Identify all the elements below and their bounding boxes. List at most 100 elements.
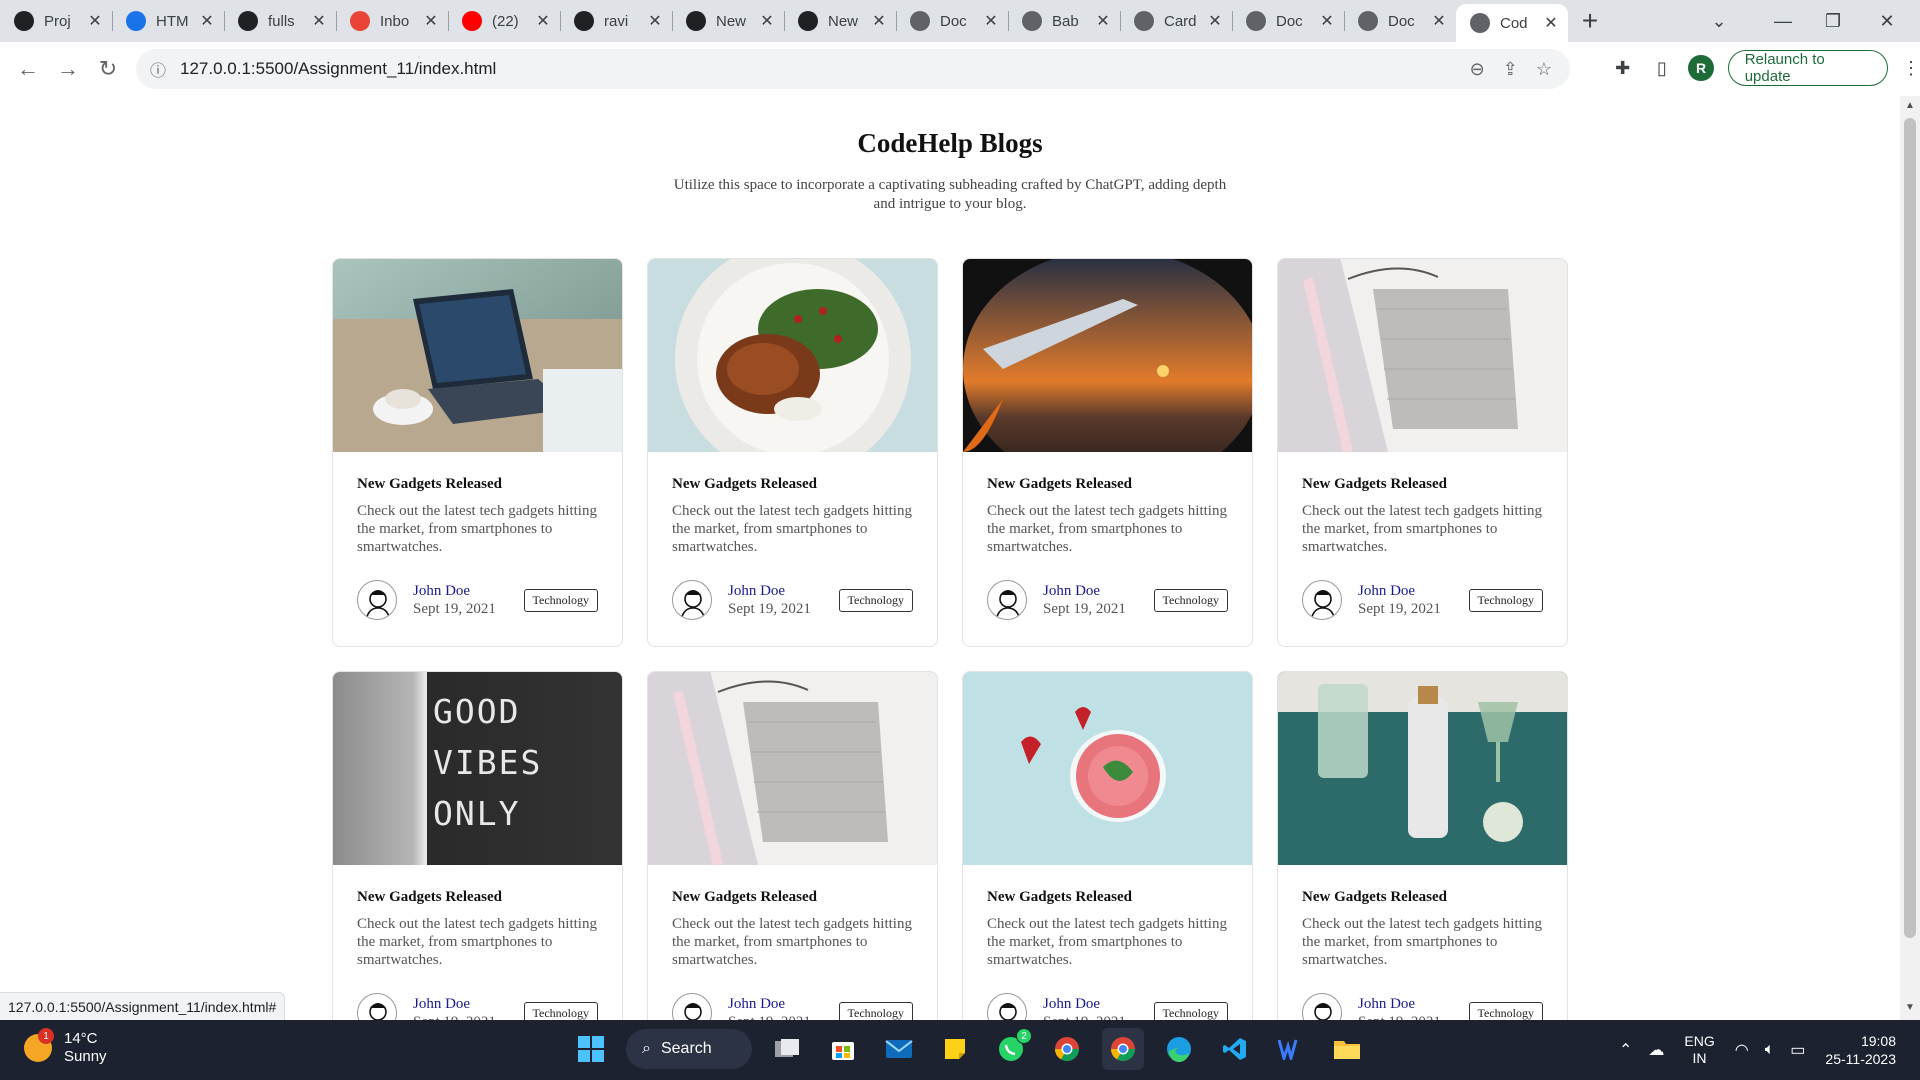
show-hidden-icons-chevron-icon[interactable]: ⌃ <box>1619 1040 1632 1060</box>
forward-button[interactable]: → <box>48 49 88 89</box>
browser-tab[interactable]: New ✕ <box>784 0 896 42</box>
address-bar[interactable]: ⓘ 127.0.0.1:5500/Assignment_11/index.htm… <box>136 49 1570 89</box>
tab-close-icon[interactable]: ✕ <box>756 11 778 31</box>
author-name-link[interactable]: John Doe <box>728 583 831 600</box>
share-icon[interactable]: ⇪ <box>1503 59 1518 80</box>
blog-card[interactable]: New Gadgets Released Check out the latest… <box>1277 258 1568 647</box>
author-name-link[interactable]: John Doe <box>728 996 831 1013</box>
blog-card-title[interactable]: New Gadgets Released <box>357 889 598 906</box>
tab-close-icon[interactable]: ✕ <box>868 11 890 31</box>
weather-widget[interactable]: 1 14°C Sunny <box>24 1028 107 1066</box>
scroll-up-icon[interactable]: ▲ <box>1904 100 1916 112</box>
tab-close-icon[interactable]: ✕ <box>1428 11 1450 31</box>
tab-search-chevron-icon[interactable]: ⌄ <box>1696 0 1742 42</box>
tab-close-icon[interactable]: ✕ <box>84 11 106 31</box>
wifi-icon[interactable]: ◠ <box>1735 1040 1749 1060</box>
blog-card[interactable]: New Gadgets Released Check out the latest… <box>1277 671 1568 1020</box>
relaunch-button[interactable]: Relaunch to update <box>1727 50 1888 86</box>
tab-close-icon[interactable]: ✕ <box>532 11 554 31</box>
blog-card[interactable]: New Gadgets Released Check out the latest… <box>647 258 938 647</box>
reload-button[interactable]: ↻ <box>88 49 128 89</box>
blog-card[interactable]: New Gadgets Released Check out the latest… <box>647 671 938 1020</box>
category-tag[interactable]: Technology <box>1468 1001 1543 1020</box>
extensions-icon[interactable]: ✚ <box>1610 55 1635 81</box>
task-view-icon[interactable] <box>766 1028 808 1070</box>
clock[interactable]: 19:08 25-11-2023 <box>1825 1032 1896 1068</box>
new-tab-button[interactable]: + <box>1568 0 1612 42</box>
blog-card-title[interactable]: New Gadgets Released <box>1302 889 1543 906</box>
microsoft-store-icon[interactable] <box>822 1028 864 1070</box>
zoom-icon[interactable]: ⊖ <box>1470 59 1485 80</box>
scrollbar-thumb[interactable] <box>1904 118 1916 938</box>
author-name-link[interactable]: John Doe <box>1358 583 1461 600</box>
browser-tab[interactable]: Proj ✕ <box>0 0 112 42</box>
category-tag[interactable]: Technology <box>523 1001 598 1020</box>
browser-tab[interactable]: Doc ✕ <box>1232 0 1344 42</box>
category-tag[interactable]: Technology <box>523 588 598 612</box>
chrome-icon[interactable] <box>1046 1028 1088 1070</box>
browser-tab[interactable]: Card ✕ <box>1120 0 1232 42</box>
blog-card[interactable]: GOOD VIBES ONLY New Gadgets Released Check o… <box>332 671 623 1020</box>
battery-icon[interactable]: ▭ <box>1790 1040 1805 1060</box>
restore-button[interactable]: ❐ <box>1810 0 1856 42</box>
tab-close-icon[interactable]: ✕ <box>644 11 666 31</box>
browser-tab[interactable]: (22) ✕ <box>448 0 560 42</box>
author-name-link[interactable]: John Doe <box>1043 583 1146 600</box>
blog-card-image[interactable] <box>963 672 1252 865</box>
mail-icon[interactable] <box>878 1028 920 1070</box>
category-tag[interactable]: Technology <box>1153 1001 1228 1020</box>
category-tag[interactable]: Technology <box>1153 588 1228 612</box>
browser-tab[interactable]: HTM ✕ <box>112 0 224 42</box>
blog-card-title[interactable]: New Gadgets Released <box>987 889 1228 906</box>
blog-card-image[interactable] <box>333 259 622 452</box>
tab-close-icon[interactable]: ✕ <box>308 11 330 31</box>
category-tag[interactable]: Technology <box>1468 588 1543 612</box>
blog-card-title[interactable]: New Gadgets Released <box>1302 476 1543 493</box>
blog-card[interactable]: New Gadgets Released Check out the latest… <box>962 671 1253 1020</box>
blog-card-image[interactable] <box>648 672 937 865</box>
blog-card-image[interactable] <box>963 259 1252 452</box>
tab-close-icon[interactable]: ✕ <box>1316 11 1338 31</box>
menu-kebab-icon[interactable]: ⋮ <box>1902 58 1920 79</box>
category-tag[interactable]: Technology <box>838 1001 913 1020</box>
browser-tab[interactable]: New ✕ <box>672 0 784 42</box>
onedrive-cloud-icon[interactable]: ☁ <box>1648 1040 1664 1060</box>
bookmark-star-icon[interactable]: ☆ <box>1536 59 1552 80</box>
browser-tab[interactable]: Bab ✕ <box>1008 0 1120 42</box>
blog-card-title[interactable]: New Gadgets Released <box>672 476 913 493</box>
file-explorer-icon[interactable] <box>1326 1028 1368 1070</box>
author-name-link[interactable]: John Doe <box>413 583 516 600</box>
author-name-link[interactable]: John Doe <box>413 996 516 1013</box>
author-name-link[interactable]: John Doe <box>1043 996 1146 1013</box>
url-text[interactable]: 127.0.0.1:5500/Assignment_11/index.html <box>180 59 1470 79</box>
blog-card-title[interactable]: New Gadgets Released <box>672 889 913 906</box>
author-name-link[interactable]: John Doe <box>1358 996 1461 1013</box>
blog-card[interactable]: New Gadgets Released Check out the latest… <box>962 258 1253 647</box>
edge-icon[interactable] <box>1158 1028 1200 1070</box>
whatsapp-icon[interactable]: 2 <box>990 1028 1032 1070</box>
taskbar-search[interactable]: ⌕ Search <box>626 1029 752 1069</box>
tab-close-icon[interactable]: ✕ <box>196 11 218 31</box>
browser-tab[interactable]: Doc ✕ <box>896 0 1008 42</box>
blog-card-title[interactable]: New Gadgets Released <box>987 476 1228 493</box>
vscode-icon[interactable] <box>1214 1028 1256 1070</box>
category-tag[interactable]: Technology <box>838 588 913 612</box>
blog-card-image[interactable] <box>648 259 937 452</box>
site-info-icon[interactable]: ⓘ <box>136 57 180 81</box>
back-button[interactable]: ← <box>8 49 48 89</box>
chrome-profile-icon[interactable] <box>1102 1028 1144 1070</box>
sticky-notes-icon[interactable] <box>934 1028 976 1070</box>
tab-close-icon[interactable]: ✕ <box>420 11 442 31</box>
blog-card-image[interactable] <box>1278 672 1567 865</box>
start-button[interactable] <box>570 1028 612 1070</box>
browser-tab[interactable]: Cod ✕ <box>1456 4 1568 42</box>
blog-card[interactable]: New Gadgets Released Check out the latest… <box>332 258 623 647</box>
tab-close-icon[interactable]: ✕ <box>1092 11 1114 31</box>
blog-card-image[interactable]: GOOD VIBES ONLY <box>333 672 622 865</box>
side-panel-icon[interactable]: ▯ <box>1649 55 1674 81</box>
scroll-down-icon[interactable]: ▼ <box>1904 1002 1916 1014</box>
browser-tab[interactable]: Doc ✕ <box>1344 0 1456 42</box>
browser-tab[interactable]: ravi ✕ <box>560 0 672 42</box>
speaker-icon[interactable]: 🔈︎ <box>1765 1041 1775 1059</box>
minimize-button[interactable]: — <box>1760 0 1806 42</box>
